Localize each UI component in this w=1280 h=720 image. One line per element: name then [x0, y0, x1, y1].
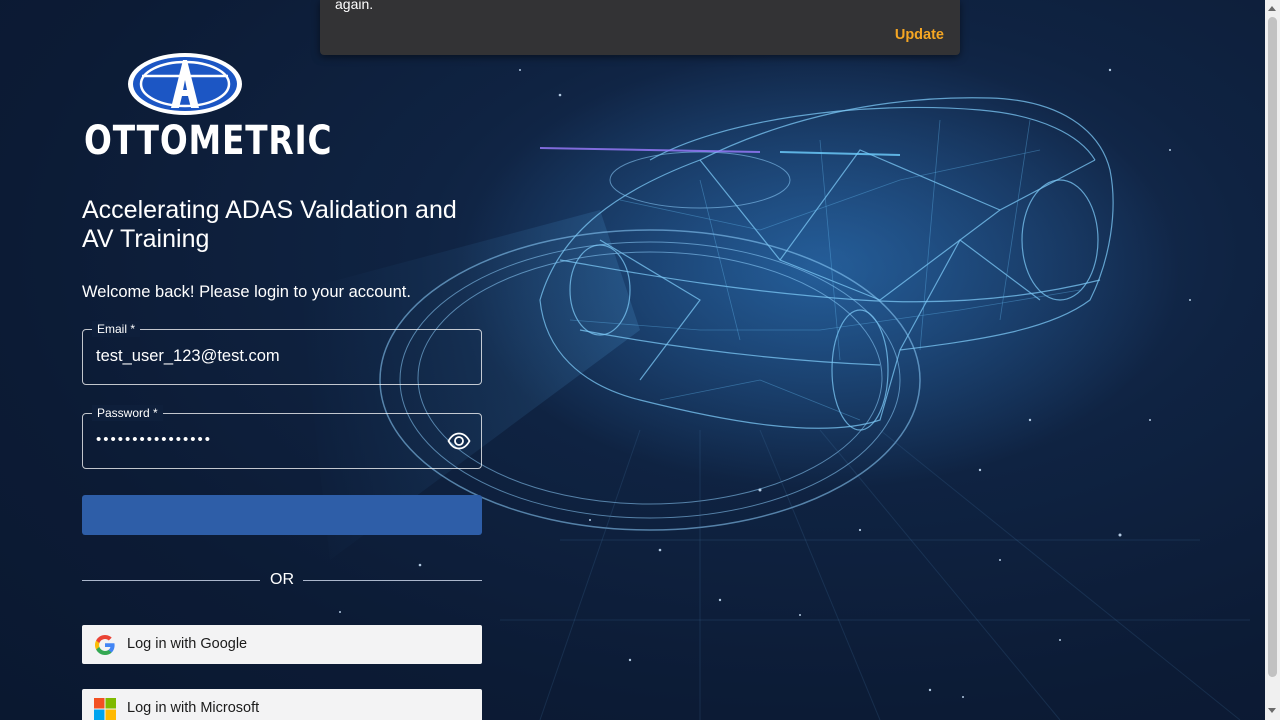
update-button[interactable]: Update — [895, 27, 944, 43]
google-login-label: Log in with Google — [127, 636, 248, 652]
email-field[interactable]: Email * test_user_123@test.com — [82, 321, 482, 385]
microsoft-login-label: Log in with Microsoft — [127, 700, 260, 716]
or-label: OR — [270, 571, 294, 588]
scroll-down-arrow-icon[interactable] — [1268, 708, 1276, 713]
welcome-message: Welcome back! Please login to your accou… — [82, 283, 411, 301]
login-button[interactable] — [82, 495, 482, 535]
password-label: Password * — [92, 405, 163, 421]
google-login-button[interactable]: Log in with Google — [82, 625, 482, 664]
password-input-value[interactable]: •••••••••••••••• — [96, 431, 212, 448]
microsoft-login-button[interactable]: Log in with Microsoft — [82, 689, 482, 720]
snackbar-message: again. — [335, 0, 374, 12]
scroll-up-arrow-icon[interactable] — [1268, 6, 1276, 11]
update-snackbar: again. Update — [320, 0, 960, 55]
page-scrollbar[interactable] — [1265, 0, 1280, 720]
scrollbar-thumb[interactable] — [1268, 17, 1277, 677]
email-label: Email * — [92, 321, 141, 337]
password-field[interactable]: Password * •••••••••••••••• — [82, 405, 482, 469]
email-input-value[interactable]: test_user_123@test.com — [96, 347, 280, 366]
eye-icon[interactable] — [447, 430, 471, 452]
brand-name: OTTOMETRIC — [84, 118, 333, 164]
page-tagline: Accelerating ADAS Validation and AV Trai… — [82, 196, 457, 253]
or-divider: OR — [82, 570, 482, 590]
microsoft-icon — [94, 698, 116, 720]
google-icon — [95, 635, 115, 655]
